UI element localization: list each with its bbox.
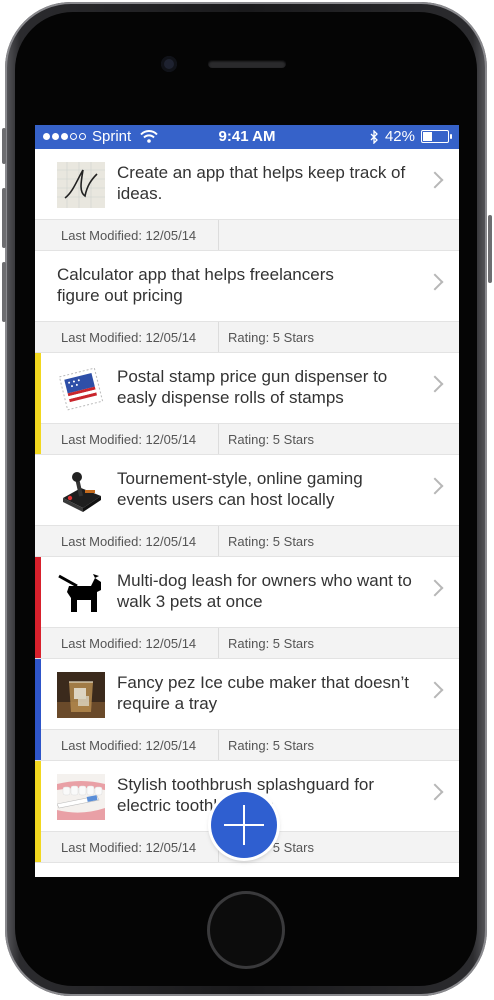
idea-meta: Last Modified: 12/05/14 Rating: 5 Stars bbox=[35, 423, 459, 454]
add-idea-button[interactable] bbox=[211, 792, 277, 858]
idea-meta: Last Modified: 12/05/14 Rating: 5 Stars bbox=[35, 525, 459, 556]
idea-meta: Last Modified: 12/05/14 Rating: 5 Stars bbox=[35, 321, 459, 352]
priority-color-strip bbox=[35, 659, 41, 760]
chevron-right-icon bbox=[426, 273, 444, 291]
last-modified-label: Last Modified: 12/05/14 bbox=[61, 840, 197, 855]
idea-item[interactable]: Tournement-style, online gaming events u… bbox=[35, 455, 459, 557]
battery-percent: 42% bbox=[384, 128, 415, 145]
handwriting-thumbnail bbox=[57, 162, 105, 208]
home-button[interactable] bbox=[210, 894, 282, 966]
idea-title: Fancy pez Ice cube maker that doesn’t re… bbox=[117, 673, 409, 713]
mute-switch bbox=[2, 128, 6, 164]
idea-title: Create an app that helps keep track of i… bbox=[117, 163, 406, 203]
chevron-right-icon bbox=[426, 783, 444, 801]
idea-meta: Last Modified: 12/05/14 bbox=[35, 219, 459, 250]
idea-title: Multi-dog leash for owners who want to w… bbox=[117, 571, 412, 611]
meta-divider bbox=[218, 322, 219, 352]
chevron-right-icon bbox=[426, 477, 444, 495]
meta-divider bbox=[218, 730, 219, 760]
bluetooth-icon bbox=[370, 129, 378, 144]
chevron-right-icon bbox=[426, 681, 444, 699]
last-modified-label: Last Modified: 12/05/14 bbox=[61, 636, 197, 651]
earpiece-speaker bbox=[208, 60, 286, 68]
last-modified-label: Last Modified: 12/05/14 bbox=[61, 738, 197, 753]
ice-glass-thumbnail bbox=[57, 672, 105, 718]
rating-label: Rating: 5 Stars bbox=[228, 330, 314, 345]
idea-card[interactable]: Multi-dog leash for owners who want to w… bbox=[35, 557, 459, 627]
rating-label: Rating: 5 Stars bbox=[228, 432, 314, 447]
idea-title: Tournement-style, online gaming events u… bbox=[117, 469, 363, 509]
meta-divider bbox=[218, 628, 219, 658]
last-modified-label: Last Modified: 12/05/14 bbox=[61, 330, 197, 345]
status-right: 42% bbox=[370, 128, 452, 145]
idea-card[interactable]: Fancy pez Ice cube maker that doesn’t re… bbox=[35, 659, 459, 729]
rating-label: Rating: 5 Stars bbox=[228, 738, 314, 753]
priority-color-strip bbox=[35, 353, 41, 454]
last-modified-label: Last Modified: 12/05/14 bbox=[61, 534, 197, 549]
chevron-right-icon bbox=[426, 375, 444, 393]
stamp-thumbnail bbox=[58, 367, 104, 411]
front-camera bbox=[161, 56, 177, 72]
status-bar: Sprint 9:41 AM 42% bbox=[35, 125, 459, 149]
idea-item[interactable]: Fancy pez Ice cube maker that doesn’t re… bbox=[35, 659, 459, 761]
priority-color-strip bbox=[35, 761, 41, 862]
priority-color-strip bbox=[35, 557, 41, 658]
idea-meta: Last Modified: 12/05/14 Rating: 5 Stars bbox=[35, 627, 459, 658]
volume-down-button bbox=[2, 262, 6, 322]
idea-meta: Last Modified: 12/05/14 Rating: 5 Stars bbox=[35, 729, 459, 760]
idea-card[interactable]: Postal stamp price gun dispenser to easl… bbox=[35, 353, 459, 423]
idea-card[interactable]: Create an app that helps keep track of i… bbox=[35, 149, 459, 219]
meta-divider bbox=[218, 526, 219, 556]
power-button bbox=[488, 215, 492, 283]
idea-item[interactable]: Create an app that helps keep track of i… bbox=[35, 149, 459, 251]
idea-card[interactable]: Tournement-style, online gaming events u… bbox=[35, 455, 459, 525]
rating-label: Rating: 5 Stars bbox=[228, 534, 314, 549]
idea-card[interactable]: Calculator app that helps freelancers fi… bbox=[35, 251, 459, 321]
idea-list: Create an app that helps keep track of i… bbox=[35, 149, 459, 863]
meta-divider bbox=[218, 424, 219, 454]
toothbrush-thumbnail bbox=[57, 774, 105, 820]
dog-icon bbox=[58, 574, 101, 612]
idea-title: Postal stamp price gun dispenser to easl… bbox=[117, 367, 388, 407]
joystick-thumbnail bbox=[63, 472, 101, 512]
idea-title: Calculator app that helps freelancers fi… bbox=[57, 265, 334, 305]
idea-item[interactable]: Calculator app that helps freelancers fi… bbox=[35, 251, 459, 353]
idea-item[interactable]: Multi-dog leash for owners who want to w… bbox=[35, 557, 459, 659]
last-modified-label: Last Modified: 12/05/14 bbox=[61, 432, 197, 447]
last-modified-label: Last Modified: 12/05/14 bbox=[61, 228, 197, 243]
rating-label: Rating: 5 Stars bbox=[228, 636, 314, 651]
idea-item[interactable]: Postal stamp price gun dispenser to easl… bbox=[35, 353, 459, 455]
app-screen: Sprint 9:41 AM 42% Create an app that he… bbox=[35, 125, 459, 877]
chevron-right-icon bbox=[426, 171, 444, 189]
chevron-right-icon bbox=[426, 579, 444, 597]
meta-divider bbox=[218, 220, 219, 250]
battery-icon bbox=[421, 130, 452, 143]
battery-fill bbox=[423, 132, 433, 141]
volume-up-button bbox=[2, 188, 6, 248]
